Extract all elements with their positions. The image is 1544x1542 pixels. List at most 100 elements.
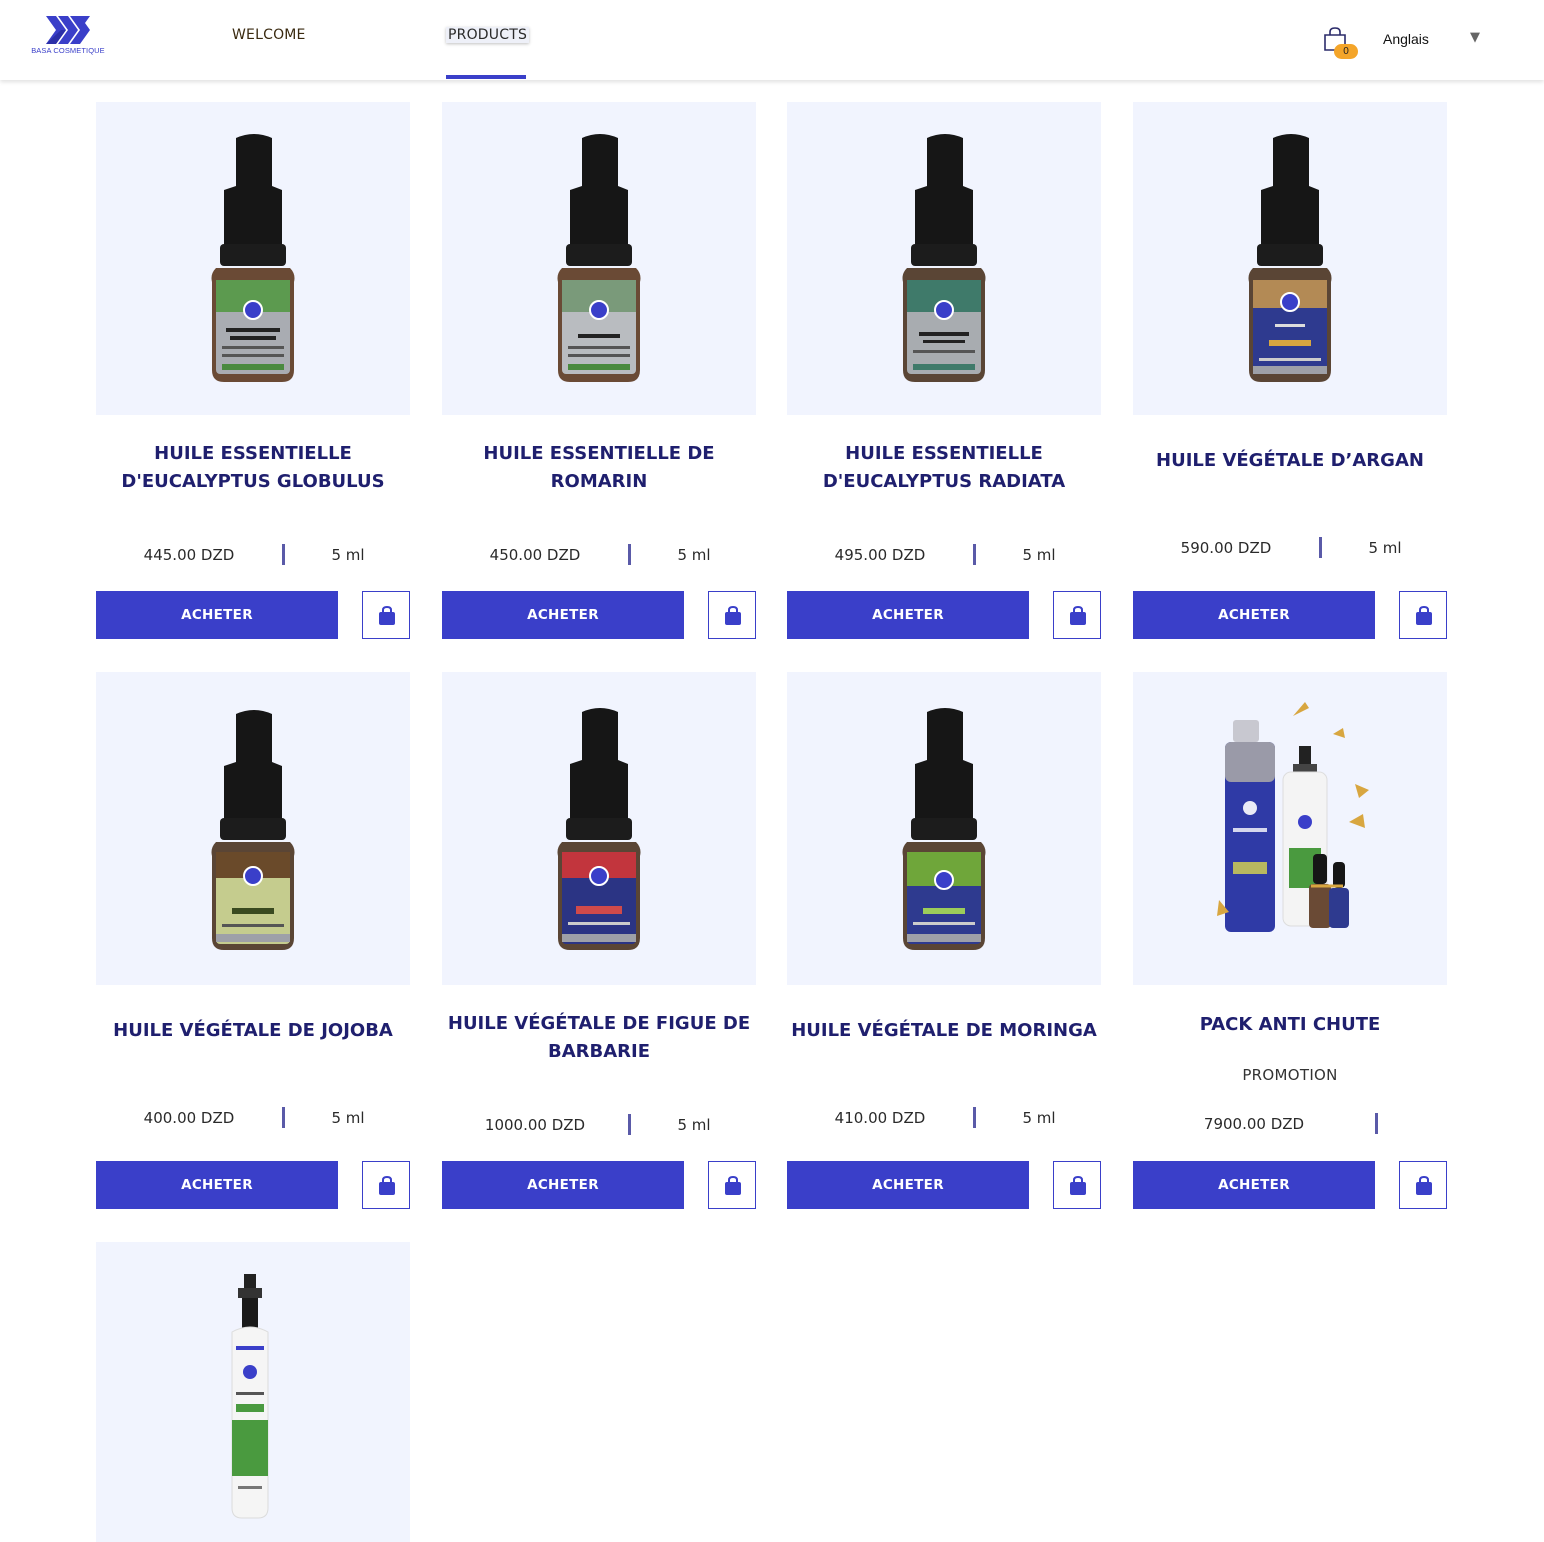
brand-logo-text: BASA COSMETIQUE — [31, 46, 105, 55]
product-price: 495.00 DZD — [834, 546, 926, 564]
price-separator — [282, 1107, 285, 1128]
dropper-bottle-image — [902, 134, 986, 382]
product-volume: 5 ml — [1022, 546, 1056, 564]
product-volume: 5 ml — [331, 1109, 365, 1127]
shopping-bag-icon — [1070, 606, 1086, 625]
add-to-cart-button[interactable] — [1399, 591, 1447, 639]
language-dropdown-arrow-icon[interactable]: ▼ — [1470, 30, 1480, 45]
product-card: HUILE VÉGÉTALE D’ARGAN 590.00 DZD 5 ml A… — [1133, 102, 1447, 639]
product-price: 400.00 DZD — [143, 1109, 235, 1127]
product-volume: 5 ml — [331, 546, 365, 564]
dropper-bottle-image — [557, 708, 641, 950]
product-meta: 445.00 DZD 5 ml — [96, 543, 410, 567]
product-meta: 400.00 DZD 5 ml — [96, 1106, 410, 1130]
serum-pack-image — [1217, 702, 1369, 932]
buy-button[interactable]: ACHETER — [96, 591, 338, 639]
buy-button[interactable]: ACHETER — [787, 1161, 1029, 1209]
buy-button[interactable]: ACHETER — [1133, 591, 1375, 639]
language-select-value[interactable]: Anglais — [1383, 31, 1429, 47]
product-title[interactable]: HUILE VÉGÉTALE DE JOJOBA — [96, 1017, 410, 1045]
product-image[interactable] — [96, 1242, 410, 1542]
product-volume: 5 ml — [677, 546, 711, 564]
product-card: HUILE VÉGÉTALE DE JOJOBA 400.00 DZD 5 ml… — [96, 672, 410, 1209]
product-card — [96, 1242, 410, 1542]
price-separator — [973, 1107, 976, 1128]
promotion-label: PROMOTION — [1242, 1066, 1338, 1084]
product-card: HUILE VÉGÉTALE DE FIGUE DE BARBARIE 1000… — [442, 672, 756, 1209]
product-card: PACK ANTI CHUTE PROMOTION 7900.00 DZD AC… — [1133, 672, 1447, 1209]
product-meta: 410.00 DZD 5 ml — [787, 1106, 1101, 1130]
shopping-bag-icon — [1070, 1176, 1086, 1195]
add-to-cart-button[interactable] — [708, 591, 756, 639]
cart-count-badge: 0 — [1334, 44, 1358, 59]
price-separator — [628, 1114, 631, 1135]
product-image[interactable] — [442, 672, 756, 985]
product-title[interactable]: HUILE ESSENTIELLE D'EUCALYPTUS RADIATA — [787, 440, 1101, 496]
price-separator — [1375, 1113, 1378, 1134]
product-image[interactable] — [442, 102, 756, 415]
price-separator — [628, 544, 631, 565]
product-meta: 495.00 DZD 5 ml — [787, 543, 1101, 567]
shopping-bag-icon — [725, 1176, 741, 1195]
brand-logo[interactable]: BASA COSMETIQUE — [30, 16, 106, 64]
dropper-bottle-image — [1248, 134, 1332, 382]
product-volume: 5 ml — [1022, 1109, 1056, 1127]
buy-button[interactable]: ACHETER — [1133, 1161, 1375, 1209]
shopping-bag-icon — [725, 606, 741, 625]
product-price: 450.00 DZD — [489, 546, 581, 564]
brand-logo-icon — [46, 16, 90, 44]
add-to-cart-button[interactable] — [1053, 591, 1101, 639]
product-image[interactable] — [1133, 102, 1447, 415]
dropper-bottle-image — [211, 710, 295, 950]
product-price: 7900.00 DZD — [1203, 1115, 1305, 1133]
product-volume: 5 ml — [1368, 539, 1402, 557]
product-image[interactable] — [787, 672, 1101, 985]
product-title[interactable]: HUILE VÉGÉTALE DE FIGUE DE BARBARIE — [442, 1010, 756, 1066]
product-image[interactable] — [96, 672, 410, 985]
shopping-bag-icon — [1416, 1176, 1432, 1195]
product-title[interactable]: HUILE VÉGÉTALE DE MORINGA — [787, 1017, 1101, 1045]
shopping-bag-icon — [1416, 606, 1432, 625]
nav-products-link[interactable]: PRODUCTS — [446, 27, 530, 43]
product-card: HUILE ESSENTIELLE DE ROMARIN 450.00 DZD … — [442, 102, 756, 639]
product-card: HUILE ESSENTIELLE D'EUCALYPTUS RADIATA 4… — [787, 102, 1101, 639]
product-title[interactable]: PACK ANTI CHUTE — [1133, 1011, 1447, 1039]
buy-button[interactable]: ACHETER — [442, 1161, 684, 1209]
product-volume: 5 ml — [677, 1116, 711, 1134]
dropper-bottle-image — [902, 708, 986, 950]
product-image[interactable] — [787, 102, 1101, 415]
product-meta: 1000.00 DZD 5 ml — [442, 1113, 756, 1137]
add-to-cart-button[interactable] — [1053, 1161, 1101, 1209]
price-separator — [1319, 537, 1322, 558]
product-image[interactable] — [96, 102, 410, 415]
nav-welcome-link[interactable]: WELCOME — [232, 27, 306, 43]
nav-active-indicator — [446, 75, 526, 79]
product-title[interactable]: HUILE ESSENTIELLE D'EUCALYPTUS GLOBULUS — [96, 440, 410, 496]
product-title[interactable]: HUILE ESSENTIELLE DE ROMARIN — [442, 440, 756, 496]
product-card: HUILE ESSENTIELLE D'EUCALYPTUS GLOBULUS … — [96, 102, 410, 639]
add-to-cart-button[interactable] — [362, 591, 410, 639]
product-price: 445.00 DZD — [143, 546, 235, 564]
buy-button[interactable]: ACHETER — [787, 591, 1029, 639]
product-price: 410.00 DZD — [834, 1109, 926, 1127]
dropper-bottle-image — [557, 134, 641, 382]
buy-button[interactable]: ACHETER — [96, 1161, 338, 1209]
add-to-cart-button[interactable] — [1399, 1161, 1447, 1209]
spray-bottle-image — [231, 1274, 269, 1519]
cart-button[interactable]: 0 — [1322, 26, 1362, 62]
top-navbar: BASA COSMETIQUE WELCOME PRODUCTS 0 Angla… — [0, 0, 1544, 80]
product-title[interactable]: HUILE VÉGÉTALE D’ARGAN — [1133, 447, 1447, 475]
price-separator — [973, 544, 976, 565]
product-image[interactable] — [1133, 672, 1447, 985]
buy-button[interactable]: ACHETER — [442, 591, 684, 639]
product-price: 1000.00 DZD — [484, 1116, 586, 1134]
product-meta: 450.00 DZD 5 ml — [442, 543, 756, 567]
add-to-cart-button[interactable] — [362, 1161, 410, 1209]
dropper-bottle-image — [211, 134, 295, 382]
shopping-bag-icon — [379, 1176, 395, 1195]
product-card: HUILE VÉGÉTALE DE MORINGA 410.00 DZD 5 m… — [787, 672, 1101, 1209]
add-to-cart-button[interactable] — [708, 1161, 756, 1209]
shopping-bag-icon — [379, 606, 395, 625]
product-meta: 7900.00 DZD — [1133, 1112, 1447, 1136]
price-separator — [282, 544, 285, 565]
